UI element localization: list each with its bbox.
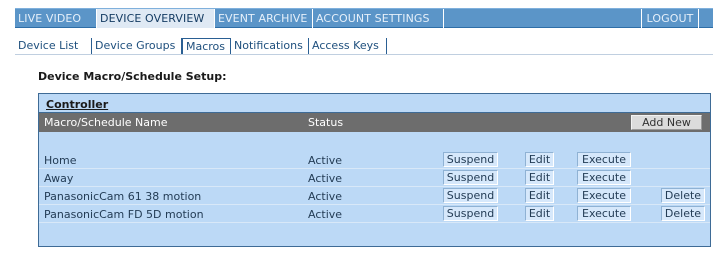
- subtab-device-list[interactable]: Device List: [15, 38, 92, 54]
- macro-name: PanasonicCam 61 38 motion: [44, 190, 202, 203]
- macro-name: PanasonicCam FD 5D motion: [44, 208, 204, 221]
- col-header-name: Macro/Schedule Name: [44, 116, 168, 129]
- execute-button[interactable]: Execute: [577, 170, 631, 185]
- macro-name: Away: [44, 172, 74, 185]
- macro-status: Active: [308, 154, 343, 167]
- subtab-device-groups[interactable]: Device Groups: [92, 38, 182, 54]
- suspend-button[interactable]: Suspend: [443, 170, 498, 185]
- execute-button[interactable]: Execute: [577, 152, 631, 167]
- tab-device-overview[interactable]: DEVICE OVERVIEW: [97, 9, 215, 28]
- app-frame: LIVE VIDEO DEVICE OVERVIEW EVENT ARCHIVE…: [15, 0, 713, 263]
- execute-button[interactable]: Execute: [577, 188, 631, 203]
- delete-button[interactable]: Delete: [661, 188, 705, 203]
- tab-event-archive[interactable]: EVENT ARCHIVE: [215, 9, 313, 28]
- delete-button[interactable]: Delete: [661, 206, 705, 221]
- macro-status: Active: [308, 208, 343, 221]
- table-row: PanasonicCam 61 38 motion Active Suspend…: [39, 187, 710, 205]
- subnav-divider: [15, 54, 713, 55]
- execute-button[interactable]: Execute: [577, 206, 631, 221]
- page-title: Device Macro/Schedule Setup:: [38, 70, 227, 83]
- subtab-macros[interactable]: Macros: [182, 38, 231, 54]
- controller-panel: Controller Macro/Schedule Name Status Ad…: [38, 93, 711, 247]
- table-row: Home Active Suspend Edit Execute: [39, 151, 710, 169]
- edit-button[interactable]: Edit: [525, 152, 554, 167]
- table-row: PanasonicCam FD 5D motion Active Suspend…: [39, 205, 710, 223]
- macro-status: Active: [308, 190, 343, 203]
- controller-title[interactable]: Controller: [46, 98, 108, 111]
- subtab-access-keys[interactable]: Access Keys: [309, 38, 387, 54]
- suspend-button[interactable]: Suspend: [443, 152, 498, 167]
- tab-live-video[interactable]: LIVE VIDEO: [15, 9, 97, 28]
- subtab-notifications[interactable]: Notifications: [231, 38, 309, 54]
- edit-button[interactable]: Edit: [525, 170, 554, 185]
- suspend-button[interactable]: Suspend: [443, 206, 498, 221]
- suspend-button[interactable]: Suspend: [443, 188, 498, 203]
- macro-status: Active: [308, 172, 343, 185]
- edit-button[interactable]: Edit: [525, 188, 554, 203]
- tab-account-settings[interactable]: ACCOUNT SETTINGS: [313, 9, 444, 28]
- col-header-status: Status: [308, 116, 344, 129]
- logout-link[interactable]: LOGOUT: [641, 9, 699, 28]
- table-header: Macro/Schedule Name Status Add New: [39, 113, 710, 132]
- add-new-button[interactable]: Add New: [631, 115, 702, 130]
- top-nav: LIVE VIDEO DEVICE OVERVIEW EVENT ARCHIVE…: [15, 8, 713, 28]
- table-row: Away Active Suspend Edit Execute: [39, 169, 710, 187]
- macro-name: Home: [44, 154, 77, 167]
- edit-button[interactable]: Edit: [525, 206, 554, 221]
